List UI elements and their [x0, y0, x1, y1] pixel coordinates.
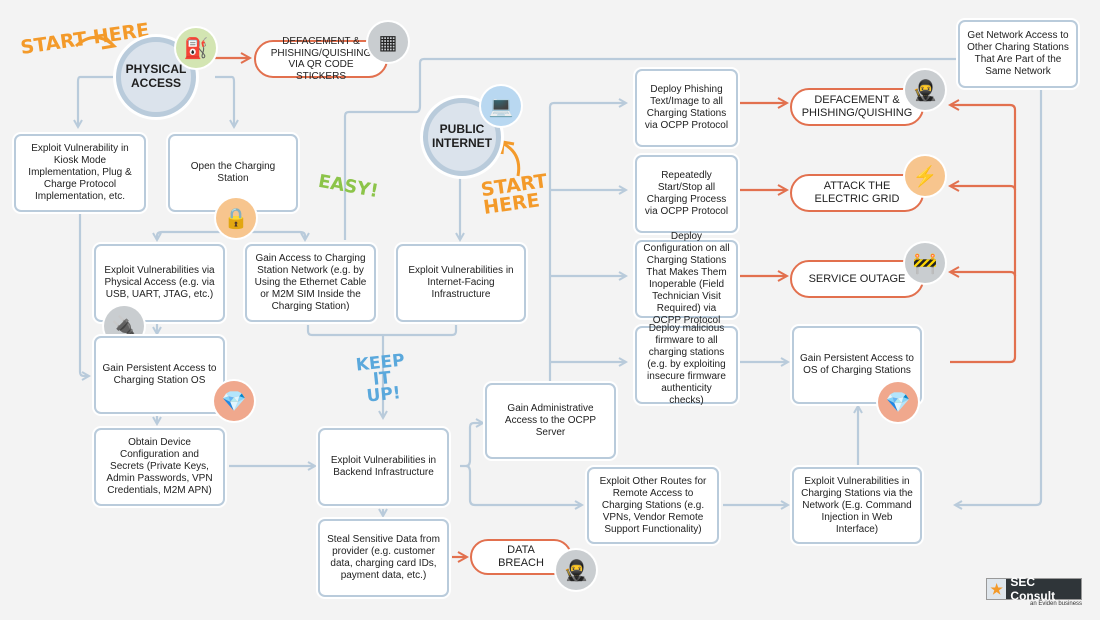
step-steal-data: Steal Sensitive Data from provider (e.g.…: [318, 519, 449, 597]
step-internet-facing: Exploit Vulnerabilities in Internet-Faci…: [396, 244, 526, 322]
step-other-stations: Get Network Access to Other Charing Stat…: [958, 20, 1078, 88]
gem-icon: 💎: [214, 381, 254, 421]
lightning-icon: ⚡: [905, 156, 945, 196]
step-ocpp-admin: Gain Administrative Access to the OCPP S…: [485, 383, 616, 459]
impact-service-outage: SERVICE OUTAGE: [790, 260, 924, 298]
step-kiosk: Exploit Vulnerability in Kiosk Mode Impl…: [14, 134, 146, 212]
step-start-stop: Repeatedly Start/Stop all Charging Proce…: [635, 155, 738, 233]
physical-access-label: PHYSICAL ACCESS: [125, 62, 187, 90]
start-here-annotation-2: START HERE: [479, 170, 549, 220]
start-arrow-icon: [75, 35, 118, 50]
start-arrow-icon-2: [500, 140, 521, 177]
keep-it-up-annotation: KEEP IT UP!: [354, 350, 406, 407]
step-network-vulns: Exploit Vulnerabilities in Charging Stat…: [792, 467, 922, 544]
step-deploy-phishing: Deploy Phishing Text/Image to all Chargi…: [635, 69, 738, 147]
charging-station-icon: ⛽: [176, 28, 216, 68]
step-malicious-firmware: Deploy malicious firmware to all chargin…: [635, 323, 738, 406]
step-deploy-config: Deploy Configuration on all Charging Sta…: [635, 231, 738, 326]
step-other-routes: Exploit Other Routes for Remote Access t…: [587, 467, 719, 544]
line-physical-split: [78, 75, 120, 127]
burglar-icon-2: 🥷: [556, 550, 596, 590]
lock-tools-icon: 🔒: [216, 198, 256, 238]
gem-icon-2: 💎: [878, 382, 918, 422]
qr-code-icon: ▦: [368, 22, 408, 62]
impact-electric-grid: ATTACK THE ELECTRIC GRID: [790, 174, 924, 212]
hacker-laptop-icon: 💻: [481, 86, 521, 126]
sec-consult-logo: ★ SEC Consult: [986, 575, 1082, 603]
star-icon: ★: [987, 579, 1007, 599]
impact-defacement: DEFACEMENT & PHISHING/QUISHING: [790, 88, 924, 126]
burglar-icon: 🥷: [905, 70, 945, 110]
step-station-network: Gain Access to Charging Station Network …: [245, 244, 376, 322]
barrier-icon: 🚧: [905, 243, 945, 283]
step-backend: Exploit Vulnerabilities in Backend Infra…: [318, 428, 449, 506]
logo-tagline: an Eviden business: [1030, 601, 1083, 607]
logo-name: SEC Consult: [1010, 575, 1056, 603]
public-internet-label: PUBLIC INTERNET: [432, 122, 492, 150]
step-persistent-os: Gain Persistent Access to Charging Stati…: [94, 336, 225, 414]
step-device-config: Obtain Device Configuration and Secrets …: [94, 428, 225, 506]
